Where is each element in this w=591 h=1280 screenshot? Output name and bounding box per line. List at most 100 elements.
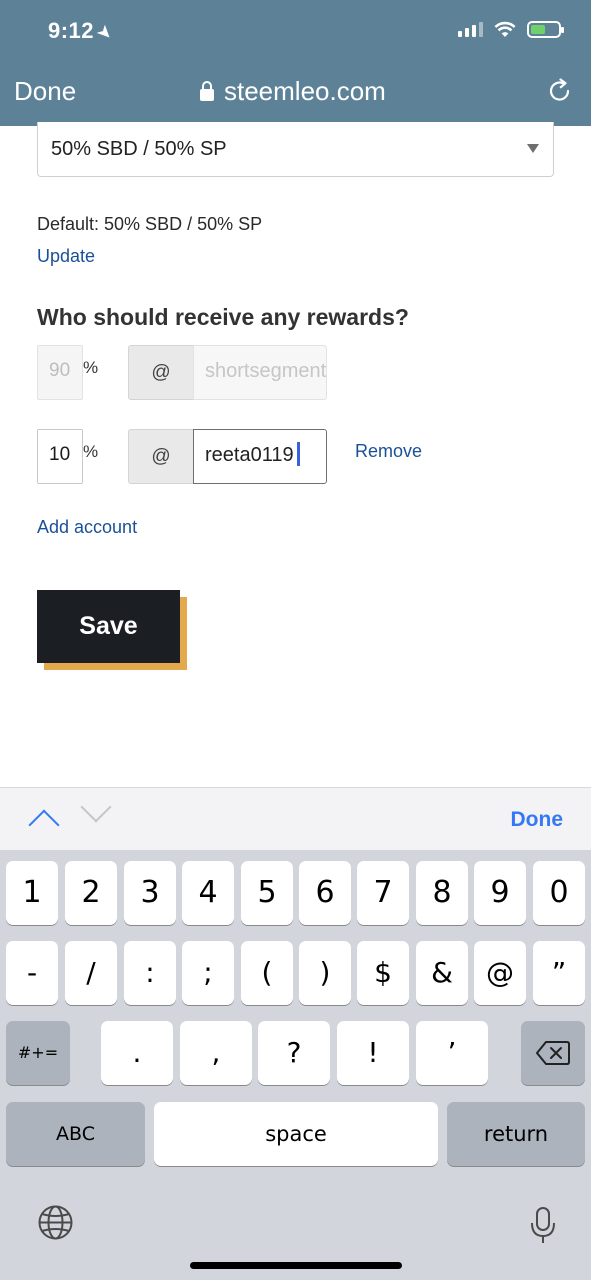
browser-done-button[interactable]: Done bbox=[14, 76, 76, 107]
previous-field-chevron-up-icon[interactable] bbox=[28, 809, 60, 841]
keyboard-key-label: 2 bbox=[81, 875, 101, 910]
at-sign-prefix: @ bbox=[128, 345, 194, 400]
caret-down-icon bbox=[527, 144, 539, 153]
keyboard-key-label: 0 bbox=[549, 875, 569, 910]
payout-select[interactable]: 50% SBD / 50% SP bbox=[37, 122, 554, 177]
return-key-label: return bbox=[483, 1122, 549, 1146]
keyboard-key[interactable]: . bbox=[101, 1021, 173, 1085]
keyboard-key[interactable]: ( bbox=[241, 941, 293, 1005]
remove-beneficiary-link[interactable]: Remove bbox=[355, 441, 422, 462]
keyboard-key[interactable]: 9 bbox=[474, 861, 526, 925]
beneficiary-percent-input[interactable]: 10 bbox=[37, 429, 83, 484]
space-key-label: space bbox=[265, 1122, 327, 1146]
text-cursor bbox=[296, 442, 300, 467]
keyboard-key[interactable]: - bbox=[6, 941, 58, 1005]
keyboard-key-label: ? bbox=[286, 1036, 302, 1069]
beneficiary-account-input: shortsegments bbox=[193, 345, 327, 400]
add-account-link[interactable]: Add account bbox=[37, 517, 137, 538]
keyboard-key[interactable]: ; bbox=[182, 941, 234, 1005]
location-arrow-icon: ➤ bbox=[93, 22, 116, 45]
cellular-signal-icon bbox=[458, 21, 483, 37]
symbols-toggle-key-label: #+= bbox=[17, 1043, 59, 1062]
keyboard-key-label: $ bbox=[374, 956, 392, 989]
reload-icon[interactable] bbox=[547, 78, 573, 104]
keyboard-key[interactable]: $ bbox=[357, 941, 409, 1005]
keyboard-key-label: 4 bbox=[198, 875, 218, 910]
browser-toolbar: 9:12➤ Done steemleo.com bbox=[0, 0, 591, 126]
microphone-icon[interactable] bbox=[530, 1206, 556, 1244]
save-button-wrapper: Save bbox=[37, 590, 187, 670]
status-icons bbox=[458, 20, 564, 38]
return-key[interactable]: return bbox=[447, 1102, 585, 1166]
keyboard-accessory-bar: Done bbox=[0, 787, 591, 850]
keyboard-key[interactable]: ) bbox=[299, 941, 351, 1005]
keyboard-key-label: ; bbox=[203, 956, 213, 989]
keyboard-key[interactable]: @ bbox=[474, 941, 526, 1005]
keyboard-key-label: - bbox=[26, 956, 38, 989]
keyboard-key[interactable]: , bbox=[180, 1021, 252, 1085]
keyboard-key[interactable]: 8 bbox=[416, 861, 468, 925]
payout-select-value: 50% SBD / 50% SP bbox=[51, 138, 227, 160]
keyboard-key[interactable]: 4 bbox=[182, 861, 234, 925]
keyboard-key-label: 7 bbox=[373, 875, 393, 910]
keyboard-key-label: 9 bbox=[490, 875, 510, 910]
status-time: 9:12➤ bbox=[48, 18, 116, 45]
url-text: steemleo.com bbox=[224, 76, 386, 106]
keyboard-key-label: , bbox=[211, 1036, 221, 1069]
wifi-icon bbox=[494, 21, 516, 37]
keyboard-key-label: & bbox=[431, 956, 453, 989]
keyboard-key-label: . bbox=[132, 1036, 142, 1069]
keyboard-key[interactable]: ? bbox=[258, 1021, 330, 1085]
keyboard-key-label: ( bbox=[261, 956, 273, 989]
keyboard-key[interactable]: & bbox=[416, 941, 468, 1005]
keyboard-key-label: ! bbox=[367, 1036, 379, 1069]
url-bar[interactable]: steemleo.com bbox=[200, 76, 386, 107]
account-input-value: reeta0119 bbox=[205, 444, 294, 466]
keyboard-key-label: ’ bbox=[447, 1036, 457, 1069]
percent-sign: % bbox=[83, 442, 99, 461]
keyboard-key-label: : bbox=[145, 956, 155, 989]
keyboard-key[interactable]: 0 bbox=[533, 861, 585, 925]
keyboard-key[interactable]: 3 bbox=[124, 861, 176, 925]
save-button[interactable]: Save bbox=[37, 590, 180, 663]
lock-icon bbox=[200, 80, 214, 101]
keyboard-key[interactable]: 1 bbox=[6, 861, 58, 925]
globe-icon[interactable] bbox=[37, 1204, 74, 1241]
keyboard-key-label: ” bbox=[551, 956, 567, 989]
keyboard-key-label: 1 bbox=[22, 875, 42, 910]
abc-key-label: ABC bbox=[56, 1123, 95, 1145]
abc-key[interactable]: ABC bbox=[6, 1102, 145, 1166]
keyboard-key[interactable]: 5 bbox=[241, 861, 293, 925]
keyboard-key[interactable]: 2 bbox=[65, 861, 117, 925]
beneficiary-percent-input: 90 bbox=[37, 345, 83, 400]
percent-sign: % bbox=[83, 358, 99, 377]
default-payout-text: Default: 50% SBD / 50% SP bbox=[37, 214, 263, 234]
update-link[interactable]: Update bbox=[37, 246, 95, 267]
battery-icon bbox=[527, 20, 564, 38]
keyboard-key-label: ) bbox=[319, 956, 331, 989]
beneficiary-account-input[interactable]: reeta0119 bbox=[193, 429, 327, 484]
at-sign-prefix: @ bbox=[128, 429, 194, 484]
backspace-icon bbox=[536, 1041, 570, 1065]
rewards-heading: Who should receive any rewards? bbox=[37, 304, 409, 330]
keyboard-done-button[interactable]: Done bbox=[511, 808, 564, 832]
space-key[interactable]: space bbox=[154, 1102, 438, 1166]
keyboard-key[interactable]: ” bbox=[533, 941, 585, 1005]
keyboard-key-label: 6 bbox=[315, 875, 335, 910]
keyboard-key[interactable]: ! bbox=[337, 1021, 409, 1085]
symbols-toggle-key[interactable]: #+= bbox=[6, 1021, 70, 1085]
backspace-key[interactable] bbox=[521, 1021, 585, 1085]
keyboard-key[interactable]: ’ bbox=[416, 1021, 488, 1085]
keyboard-key[interactable]: 6 bbox=[299, 861, 351, 925]
keyboard-key-label: 3 bbox=[140, 875, 160, 910]
keyboard-key[interactable]: : bbox=[124, 941, 176, 1005]
keyboard-key-label: @ bbox=[486, 956, 514, 989]
keyboard-key-label: / bbox=[86, 956, 96, 989]
home-indicator bbox=[190, 1262, 402, 1269]
keyboard-key-label: 5 bbox=[257, 875, 277, 910]
numeric-keyboard: 1 2 3 4 5 6 7 8 9 0 - /:; () $ & @ ” #+=.,?! ’ ABC space retu… bbox=[0, 850, 591, 1280]
keyboard-key[interactable]: 7 bbox=[357, 861, 409, 925]
next-field-chevron-down-icon[interactable] bbox=[80, 791, 112, 823]
keyboard-key[interactable]: / bbox=[65, 941, 117, 1005]
keyboard-key-label: 8 bbox=[432, 875, 452, 910]
